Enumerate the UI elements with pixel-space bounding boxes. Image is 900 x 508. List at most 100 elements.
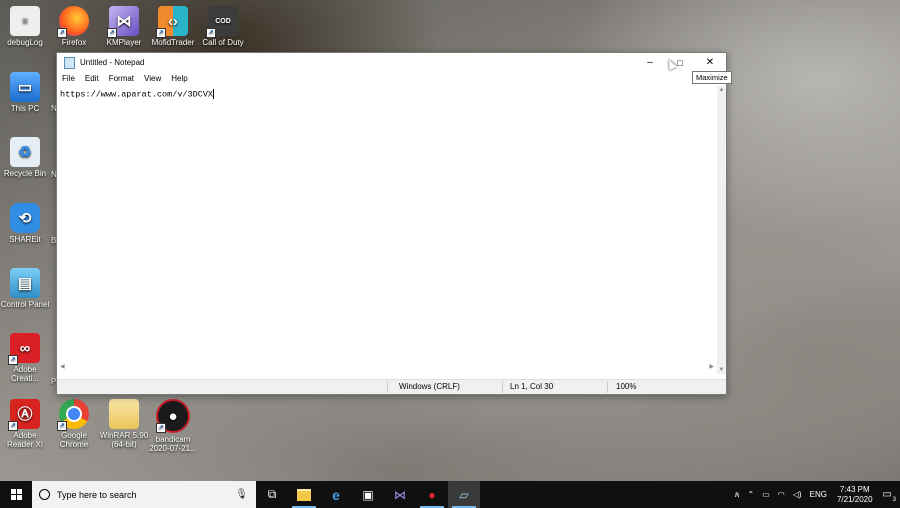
clock-time: 7:43 PM [839, 484, 870, 494]
status-divider [607, 381, 608, 393]
wifi-icon[interactable]: ◠ [778, 490, 785, 499]
desktop-icon-label: SHAREit [9, 235, 41, 244]
edge-icon: e [332, 486, 340, 503]
desktop-icon-label: Recycle Bin [3, 169, 47, 178]
notifications-button[interactable]: ▭ 3 [882, 489, 896, 503]
status-divider [502, 381, 503, 393]
notification-count: 3 [892, 497, 896, 503]
vertical-scrollbar[interactable]: ▲ ▼ [717, 86, 726, 374]
notification-icon: ▭ [882, 489, 892, 500]
desktop-icon-debuglog[interactable]: ≡ debugLog [0, 6, 50, 47]
menu-format[interactable]: Format [109, 74, 134, 83]
taskbar: Type here to search 🎙 ⧉ e ▣ ⋈ ● ▱ ጰ ⌃ ▭ … [0, 481, 900, 508]
computer-icon: ▭ [10, 72, 40, 102]
desktop-icon-kmplayer[interactable]: ⋈ ↗ KMPlayer [99, 6, 149, 47]
folder-icon [109, 399, 139, 429]
notepad-window[interactable]: Untitled - Notepad – □ ✕ File Edit Forma… [56, 52, 727, 395]
file-explorer-button[interactable] [288, 481, 320, 508]
minimize-button[interactable]: – [635, 53, 665, 72]
system-tray: ጰ ⌃ ▭ ◠ ◁) ENG 7:43 PM 7/21/2020 ▭ 3 [731, 481, 900, 508]
desktop-icon-control-panel[interactable]: ▤ Control Panel [0, 268, 50, 309]
mofidtrader-icon: ‹› ↗ [156, 6, 188, 38]
desktop-icon-mofidtrader[interactable]: ‹› ↗ MofidTrader [148, 6, 198, 47]
scroll-down-icon[interactable]: ▼ [717, 366, 726, 374]
chevron-up-icon[interactable]: ⌃ [748, 490, 755, 499]
desktop-icon-label: Adobe Creati... [10, 365, 39, 383]
desktop-icon-shareit[interactable]: ⟲ SHAREit [0, 203, 50, 244]
desktop-icon-label: Call of Duty [202, 38, 244, 47]
text-caret [213, 89, 215, 99]
window-title: Untitled - Notepad [80, 58, 145, 67]
desktop-icon-bandicam[interactable]: ● ↗ bandicam 2020-07-21... [148, 399, 198, 453]
menu-file[interactable]: File [62, 74, 75, 83]
clock-date: 7/21/2020 [836, 494, 873, 504]
desktop-icon-winrar[interactable]: WinRAR 5.90 (64-bit) [99, 399, 149, 449]
volume-icon[interactable]: ◁) [793, 490, 802, 499]
language-indicator[interactable]: ENG [810, 490, 827, 499]
desktop-icon-label: MofidTrader [151, 38, 195, 47]
menu-view[interactable]: View [144, 74, 161, 83]
notepad-taskbar-icon: ▱ [459, 487, 469, 502]
status-position: Ln 1, Col 30 [510, 382, 554, 391]
bandicam-taskbar-button[interactable]: ● [416, 481, 448, 508]
kmplayer-taskbar-icon: ⋈ [394, 487, 406, 502]
desktop-icon-label: WinRAR 5.90 (64-bit) [99, 431, 149, 449]
adobe-reader-icon: Ⓐ ↗ [8, 399, 40, 431]
bandicam-icon: ● ↗ [156, 399, 190, 433]
recycle-bin-icon: ♻ [10, 137, 40, 167]
start-button[interactable] [0, 481, 32, 508]
status-divider [387, 381, 388, 393]
editor-content: https://www.aparat.com/v/3DCVX [60, 89, 214, 100]
desktop-icon-adobe-cc[interactable]: ∞ ↗ Adobe Creati... [0, 333, 50, 383]
text-editor[interactable]: https://www.aparat.com/v/3DCVX [57, 86, 717, 374]
windows-logo-icon [10, 489, 22, 500]
desktop-icon-chrome[interactable]: ↗ Google Chrome [49, 399, 99, 449]
notepad-icon [64, 56, 75, 69]
status-zoom: 100% [616, 382, 637, 391]
scroll-left-icon[interactable]: ◀ [60, 363, 65, 370]
task-view-icon: ⧉ [267, 487, 277, 501]
search-icon [39, 489, 50, 500]
control-panel-icon: ▤ [10, 268, 40, 298]
desktop-icon-label: KMPlayer [106, 38, 142, 47]
close-button[interactable]: ✕ [695, 53, 725, 72]
clock[interactable]: 7:43 PM 7/21/2020 [837, 485, 873, 505]
status-bar: Windows (CRLF) Ln 1, Col 30 100% [57, 379, 726, 394]
chrome-icon: ↗ [57, 399, 89, 431]
task-view-button[interactable]: ⧉ [256, 481, 288, 508]
people-icon[interactable]: ጰ [735, 490, 740, 500]
desktop-icon-firefox[interactable]: ↗ Firefox [49, 6, 99, 47]
status-line-ending: Windows (CRLF) [399, 382, 460, 391]
scroll-up-icon[interactable]: ▲ [717, 86, 726, 94]
firefox-icon: ↗ [57, 6, 89, 38]
menu-bar: File Edit Format View Help [57, 72, 726, 85]
desktop-icon-label: Google Chrome [59, 431, 89, 449]
microphone-icon[interactable]: 🎙 [235, 489, 248, 500]
desktop-icon-label: Adobe Reader XI [6, 431, 44, 449]
desktop-icon-adobe-reader[interactable]: Ⓐ ↗ Adobe Reader XI [0, 399, 50, 449]
desktop-icon-recycle-bin[interactable]: ♻ Recycle Bin [0, 137, 50, 178]
desktop-icon-label: This PC [10, 104, 40, 113]
text-file-icon: ≡ [10, 6, 40, 36]
desktop-icon-label: debugLog [7, 38, 43, 47]
menu-help[interactable]: Help [171, 74, 187, 83]
scroll-right-icon[interactable]: ▶ [709, 363, 714, 370]
adobe-cc-icon: ∞ ↗ [8, 333, 40, 365]
store-icon: ▣ [362, 487, 374, 502]
shareit-icon: ⟲ [10, 203, 40, 233]
notepad-taskbar-button[interactable]: ▱ [448, 481, 480, 508]
menu-edit[interactable]: Edit [85, 74, 99, 83]
kmplayer-taskbar-button[interactable]: ⋈ [384, 481, 416, 508]
desktop-icon-this-pc[interactable]: ▭ This PC [0, 72, 50, 113]
desktop-icon-label: bandicam 2020-07-21... [149, 435, 197, 453]
maximize-tooltip: Maximize [692, 71, 732, 84]
edge-button[interactable]: e [320, 481, 352, 508]
search-box[interactable]: Type here to search 🎙 [32, 481, 256, 508]
store-button[interactable]: ▣ [352, 481, 384, 508]
desktop-icon-call-of-duty[interactable]: COD ↗ Call of Duty [198, 6, 248, 47]
bandicam-taskbar-icon: ● [428, 487, 436, 502]
battery-icon[interactable]: ▭ [762, 490, 770, 499]
call-of-duty-icon: COD ↗ [206, 6, 238, 38]
title-bar[interactable]: Untitled - Notepad – □ ✕ [57, 53, 726, 72]
desktop-icon-label: Firefox [61, 38, 87, 47]
